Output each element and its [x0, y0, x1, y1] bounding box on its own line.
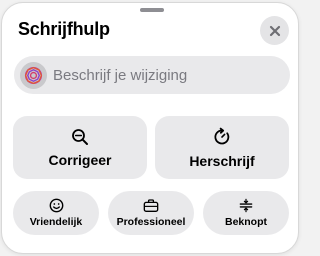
proofread-button[interactable]: Corrigeer: [13, 116, 147, 179]
rewrite-arrow-icon: [214, 127, 230, 144]
concise-icon: [239, 198, 253, 213]
writing-tools-panel: Schrijfhulp Corrigeer: [1, 2, 299, 254]
panel-title: Schrijfhulp: [18, 19, 110, 39]
close-button[interactable]: [260, 16, 289, 45]
describe-change-field[interactable]: [14, 56, 290, 94]
concise-tone-button[interactable]: Beknopt: [203, 191, 289, 235]
smiley-icon: [49, 198, 63, 213]
proofread-label: Corrigeer: [48, 151, 112, 168]
magnifier-check-icon: [72, 128, 88, 145]
rewrite-label: Herschrijf: [189, 152, 255, 169]
friendly-label: Vriendelijk: [29, 216, 83, 228]
drag-handle[interactable]: [140, 8, 164, 12]
close-icon: [269, 25, 280, 36]
briefcase-icon: [143, 199, 159, 212]
professional-tone-button[interactable]: Professioneel: [108, 191, 194, 235]
friendly-tone-button[interactable]: Vriendelijk: [13, 191, 99, 235]
describe-change-input[interactable]: [53, 66, 273, 84]
professional-label: Professioneel: [116, 216, 186, 228]
concise-label: Beknopt: [225, 216, 267, 228]
writing-tools-logo-icon: [20, 61, 47, 89]
rewrite-button[interactable]: Herschrijf: [155, 116, 289, 179]
